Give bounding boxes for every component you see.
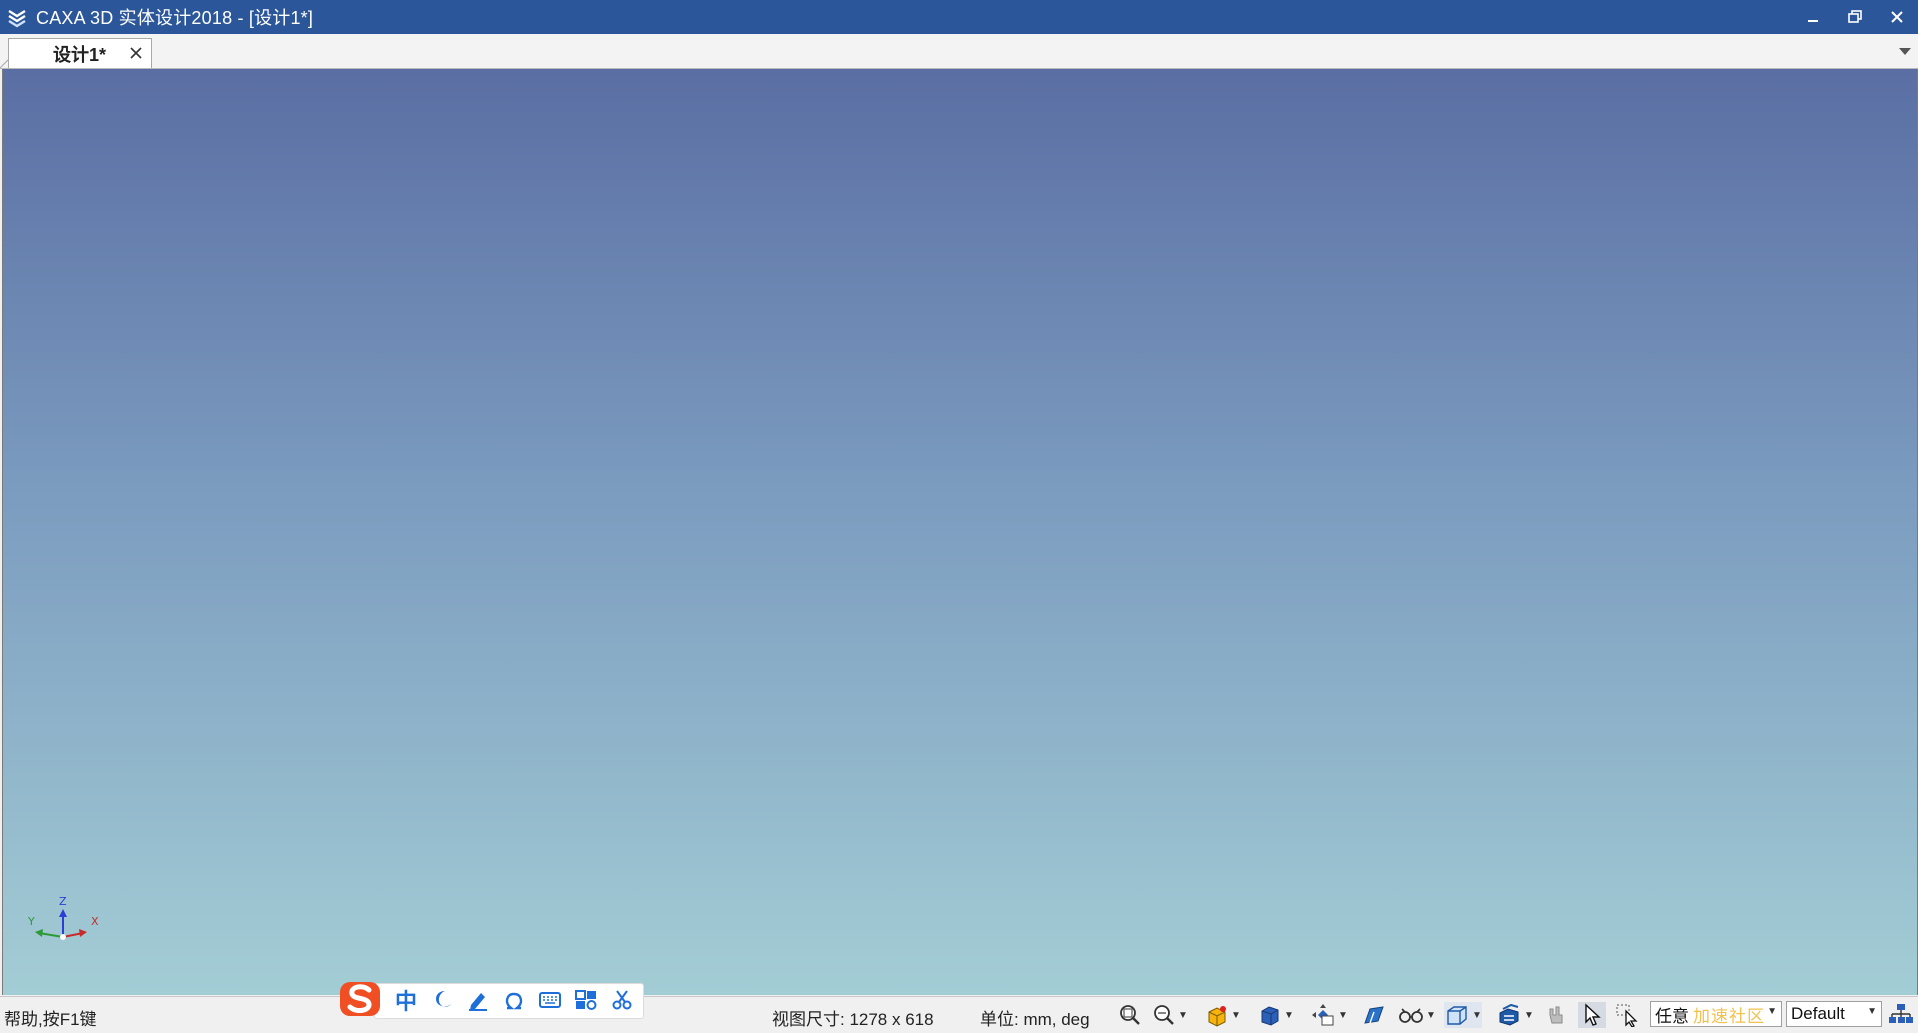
style-select[interactable]: Default ▼ (1786, 1001, 1882, 1027)
view-glasses-dropdown-icon[interactable]: ▼ (1426, 1010, 1436, 1021)
ime-punctuation-button[interactable] (428, 987, 456, 1013)
zoom-dropdown-icon[interactable]: ▼ (1178, 1010, 1188, 1021)
view-glasses-button[interactable]: ▼ (1398, 1002, 1436, 1028)
layer-stack-icon (1499, 1003, 1519, 1026)
style-dropdown-icon[interactable]: ▼ (1867, 1006, 1877, 1017)
minimize-button[interactable] (1792, 0, 1834, 34)
scissors-icon (612, 990, 632, 1010)
hand-pointer-icon (1549, 1006, 1563, 1024)
selection-watermark: 加速社区 (1693, 1006, 1765, 1026)
zoom-extents-button[interactable] (1118, 1002, 1142, 1028)
omega-icon (505, 992, 523, 1010)
triad-y-label: Y (27, 915, 35, 928)
pan-view-button[interactable]: ▼ (1310, 1002, 1348, 1028)
status-bar: 帮助,按F1键 视图尺寸: 1278 x 618 单位: mm, deg ▼ ▼… (0, 996, 1918, 1033)
sogou-logo-icon[interactable] (338, 978, 384, 1020)
status-view-size: 视图尺寸: 1278 x 618 (772, 1010, 934, 1029)
moon-icon (436, 991, 451, 1007)
style-value: Default (1791, 1004, 1845, 1023)
ime-toolbox-button[interactable] (572, 987, 600, 1013)
triad-z-label: Z (59, 895, 67, 908)
ime-symbol-button[interactable] (500, 987, 528, 1013)
window-title: CAXA 3D 实体设计2018 - [设计1*] (36, 8, 314, 28)
status-units: 单位: mm, deg (980, 1010, 1090, 1029)
wireframe-box-icon (1447, 1006, 1467, 1025)
view-orientation-dropdown-icon[interactable]: ▼ (1231, 1010, 1241, 1021)
title-bar: CAXA 3D 实体设计2018 - [设计1*] (0, 0, 1918, 34)
toolbox-icon (575, 990, 597, 1010)
layer-stack-dropdown-icon[interactable]: ▼ (1524, 1010, 1534, 1021)
pick-filter-button[interactable] (1544, 1002, 1570, 1028)
ime-keyboard-button[interactable] (536, 987, 564, 1013)
render-style-button[interactable]: ▼ (1258, 1002, 1294, 1028)
view-cube-icon (1208, 1006, 1226, 1027)
pan-view-dropdown-icon[interactable]: ▼ (1338, 1010, 1348, 1021)
minimize-icon (1808, 20, 1818, 22)
pan-view-icon (1312, 1004, 1334, 1026)
network-icon (1889, 1004, 1913, 1023)
pen-icon (469, 993, 487, 1011)
ime-mode-toggle[interactable]: 中 (392, 987, 420, 1014)
selection-mode-dropdown-icon[interactable]: ▼ (1767, 1006, 1777, 1017)
tab-close-icon[interactable] (129, 46, 143, 60)
3d-viewport[interactable]: Z X Y (2, 69, 1918, 995)
render-style-dropdown-icon[interactable]: ▼ (1284, 1010, 1294, 1021)
ime-screenshot-button[interactable] (608, 987, 636, 1013)
box-select-button[interactable] (1616, 1002, 1640, 1028)
ime-mode-label: 中 (394, 989, 417, 1014)
zoom-button[interactable]: ▼ (1152, 1002, 1188, 1028)
section-view-button[interactable] (1362, 1002, 1386, 1028)
display-box-button[interactable]: ▼ (1444, 1002, 1482, 1028)
glasses-icon (1399, 1008, 1423, 1023)
document-tab-bar: 设计1* (0, 34, 1918, 69)
keyboard-icon (539, 992, 561, 1008)
close-button[interactable] (1876, 0, 1918, 34)
section-plane-icon (1364, 1006, 1384, 1024)
coordinate-triad-icon: Z X Y (27, 895, 99, 940)
triad-x-label: X (91, 915, 99, 928)
ime-toolbar: 中 (338, 978, 644, 1020)
ime-handwriting-button[interactable] (464, 987, 492, 1013)
zoom-extents-icon (1120, 1005, 1140, 1025)
tab-list-dropdown-icon[interactable] (1898, 46, 1912, 56)
tab-design1[interactable]: 设计1* (8, 38, 152, 68)
close-icon (1891, 11, 1903, 23)
restore-button[interactable] (1834, 0, 1876, 34)
restore-icon (1848, 10, 1862, 23)
display-box-dropdown-icon[interactable]: ▼ (1472, 1010, 1482, 1021)
select-pointer-button[interactable] (1578, 1002, 1606, 1028)
caxa-app-icon[interactable] (6, 6, 28, 28)
tab-label: 设计1* (53, 44, 107, 65)
selection-mode-select[interactable]: 任意 加速社区 ▼ (1650, 1001, 1782, 1027)
shaded-box-icon (1261, 1006, 1279, 1026)
layer-stack-button[interactable]: ▼ (1496, 1002, 1534, 1028)
view-orientation-button[interactable]: ▼ (1205, 1002, 1241, 1028)
arrow-cursor-icon (1585, 1003, 1601, 1026)
status-help-text: 帮助,按F1键 (4, 1010, 97, 1029)
selection-mode-value: 任意 (1655, 1006, 1689, 1026)
box-select-icon (1616, 1004, 1638, 1027)
network-button[interactable] (1888, 1002, 1914, 1028)
zoom-icon (1154, 1005, 1174, 1025)
